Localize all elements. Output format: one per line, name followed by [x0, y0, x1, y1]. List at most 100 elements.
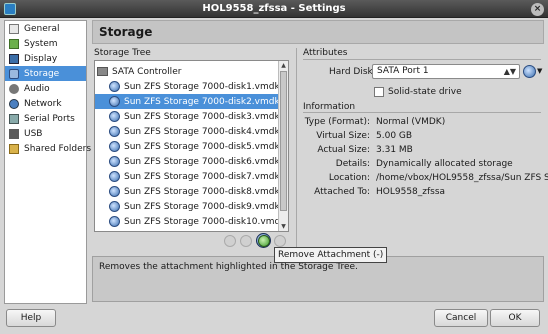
attributes-heading: Attributes: [303, 48, 348, 58]
controller-icon: [97, 67, 108, 76]
scroll-thumb[interactable]: [280, 71, 287, 211]
hard-disk-icon: [109, 81, 120, 92]
tree-disk-row[interactable]: Sun ZFS Storage 7000-disk5.vmdk: [95, 139, 280, 154]
tree-disk-row[interactable]: Sun ZFS Storage 7000-disk7.vmdk: [95, 169, 280, 184]
system-icon: [9, 38, 19, 49]
tree-scrollbar[interactable]: ▲ ▼: [278, 61, 288, 231]
sidebar-item-serial-ports[interactable]: Serial Ports: [5, 111, 86, 126]
sidebar-item-shared-folders[interactable]: Shared Folders: [5, 141, 91, 156]
description-text: Removes the attachment highlighted in th…: [99, 262, 358, 272]
info-details-value: Dynamically allocated storage: [376, 159, 513, 169]
sidebar-item-label: Shared Folders: [24, 143, 92, 154]
add-controller-icon[interactable]: [224, 235, 236, 247]
storage-tree-label: Storage Tree: [94, 48, 151, 58]
hard-disk-icon: [109, 216, 120, 227]
attributes-divider: [303, 59, 541, 60]
sidebar-item-label: USB: [24, 128, 43, 139]
information-divider: [303, 112, 541, 113]
info-attached-to-key: Attached To:: [314, 187, 370, 197]
info-attached-to-value: HOL9558_zfssa: [376, 187, 446, 197]
panel-divider: [296, 48, 297, 248]
title-bar: HOL9558_zfssa - Settings ×: [0, 0, 548, 18]
hard-disk-icon: [109, 201, 120, 212]
disk-label: Sun ZFS Storage 7000-disk8.vmdk: [124, 186, 280, 197]
info-location-key: Location:: [328, 173, 370, 183]
tree-disk-row-selected[interactable]: Sun ZFS Storage 7000-disk2.vmdk: [95, 94, 280, 109]
tree-disk-row[interactable]: Sun ZFS Storage 7000-disk9.vmdk: [95, 199, 280, 214]
hard-disk-icon: [109, 171, 120, 182]
info-details-key: Details:: [335, 159, 370, 169]
add-attachment-icon[interactable]: [258, 235, 270, 247]
sidebar-item-display[interactable]: Display: [5, 51, 86, 66]
sidebar-item-storage[interactable]: Storage: [5, 66, 86, 81]
sidebar-item-label: Serial Ports: [24, 113, 75, 124]
cancel-button[interactable]: Cancel: [434, 309, 488, 327]
serial-ports-icon: [9, 113, 19, 124]
storage-icon: [9, 68, 19, 79]
sidebar-item-label: Storage: [24, 68, 60, 79]
sidebar-item-label: Audio: [24, 83, 50, 94]
disk-label: Sun ZFS Storage 7000-disk2.vmdk: [124, 96, 280, 107]
info-actual-size-value: 3.31 MB: [376, 145, 413, 155]
hard-disk-select-value: SATA Port 1: [377, 66, 429, 76]
scroll-up-icon[interactable]: ▲: [279, 61, 288, 70]
tree-controller-row[interactable]: SATA Controller: [95, 64, 279, 79]
info-actual-size-key: Actual Size:: [317, 145, 370, 155]
sidebar-item-system[interactable]: System: [5, 36, 86, 51]
info-virtual-size-key: Virtual Size:: [316, 131, 370, 141]
shared-folders-icon: [9, 143, 19, 154]
sidebar-item-label: General: [24, 23, 60, 34]
page-header: Storage: [92, 20, 544, 44]
ok-button[interactable]: OK: [490, 309, 540, 327]
choose-disk-icon[interactable]: [523, 65, 536, 78]
help-button[interactable]: Help: [6, 309, 56, 327]
sidebar-item-label: System: [24, 38, 58, 49]
tree-disk-row[interactable]: Sun ZFS Storage 7000-disk4.vmdk: [95, 124, 280, 139]
info-location-value: /home/vbox/HOL9558_zfssa/Sun ZFS Sto...: [376, 173, 548, 183]
disk-label: Sun ZFS Storage 7000-disk1.vmdk: [124, 81, 280, 92]
sidebar-item-audio[interactable]: Audio: [5, 81, 86, 96]
info-type-value: Normal (VMDK): [376, 117, 446, 127]
hard-disk-icon: [109, 186, 120, 197]
information-heading: Information: [303, 102, 356, 112]
sidebar-item-usb[interactable]: USB: [5, 126, 86, 141]
chevron-down-icon[interactable]: ▼: [537, 67, 542, 75]
tree-disk-row[interactable]: Sun ZFS Storage 7000-disk1.vmdk: [95, 79, 280, 94]
close-icon[interactable]: ×: [531, 3, 544, 16]
solid-state-label[interactable]: Solid-state drive: [388, 87, 462, 97]
hard-disk-icon: [109, 156, 120, 167]
page-title: Storage: [99, 25, 153, 39]
audio-icon: [9, 83, 19, 94]
sidebar-item-label: Display: [24, 53, 58, 64]
settings-sidebar: General System Display Storage Audio Net…: [4, 20, 91, 304]
hard-disk-select[interactable]: SATA Port 1 ▲▼: [372, 64, 520, 79]
info-type-key: Type (Format):: [304, 117, 370, 127]
remove-controller-icon[interactable]: [240, 235, 252, 247]
general-icon: [9, 23, 19, 34]
sidebar-item-network[interactable]: Network: [5, 96, 86, 111]
scroll-down-icon[interactable]: ▼: [279, 222, 288, 231]
tree-disk-row[interactable]: Sun ZFS Storage 7000-disk8.vmdk: [95, 184, 280, 199]
hard-disk-icon: [109, 141, 120, 152]
storage-tree[interactable]: SATA Controller Sun ZFS Storage 7000-dis…: [94, 60, 289, 232]
disk-label: Sun ZFS Storage 7000-disk5.vmdk: [124, 141, 280, 152]
tooltip: Remove Attachment (-): [274, 247, 388, 263]
tree-disk-row[interactable]: Sun ZFS Storage 7000-disk6.vmdk: [95, 154, 280, 169]
tree-disk-row[interactable]: Sun ZFS Storage 7000-disk3.vmdk: [95, 109, 280, 124]
hard-disk-icon: [109, 96, 120, 107]
sidebar-item-label: Network: [24, 98, 62, 109]
display-icon: [9, 53, 19, 64]
disk-label: Sun ZFS Storage 7000-disk10.vmdk: [124, 216, 286, 227]
window-title: HOL9558_zfssa - Settings: [202, 3, 346, 14]
open-settings-icon[interactable]: [274, 235, 286, 247]
sidebar-item-general[interactable]: General: [5, 21, 86, 36]
solid-state-checkbox[interactable]: [374, 87, 384, 97]
network-icon: [9, 98, 19, 109]
hard-disk-icon: [109, 126, 120, 137]
usb-icon: [9, 128, 19, 139]
tree-disk-row[interactable]: Sun ZFS Storage 7000-disk10.vmdk: [95, 214, 285, 229]
hard-disk-label: Hard Disk:: [329, 67, 376, 77]
disk-label: Sun ZFS Storage 7000-disk4.vmdk: [124, 126, 280, 137]
disk-label: Sun ZFS Storage 7000-disk3.vmdk: [124, 111, 280, 122]
hard-disk-icon: [109, 111, 120, 122]
